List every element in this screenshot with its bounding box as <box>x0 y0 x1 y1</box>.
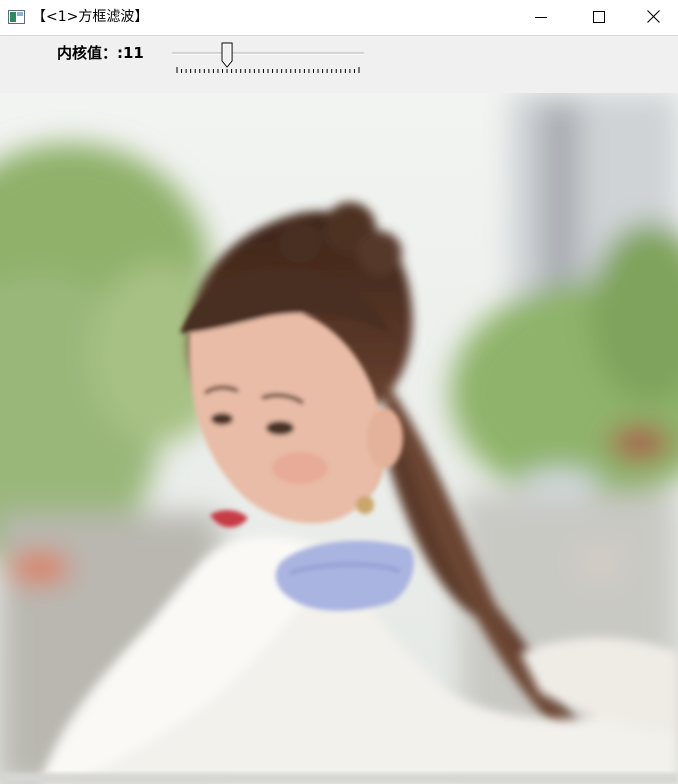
slider-ticks <box>176 67 360 73</box>
image-canvas <box>0 93 678 784</box>
blurred-photo <box>0 93 678 784</box>
app-icon <box>8 9 25 24</box>
window-title: 【<1>方框滤波】 <box>32 9 149 25</box>
kernel-size-slider[interactable] <box>170 40 366 76</box>
trackbar-panel: 内核值：:11 <box>0 35 678 94</box>
close-button[interactable] <box>628 0 678 33</box>
minimize-icon <box>535 16 547 18</box>
minimize-button[interactable] <box>512 0 570 33</box>
close-icon <box>646 10 660 23</box>
trackbar-label: 内核值：:11 <box>57 44 144 62</box>
title-bar[interactable]: 【<1>方框滤波】 <box>0 0 678 33</box>
maximize-button[interactable] <box>570 0 628 33</box>
maximize-icon <box>593 10 605 23</box>
slider-thumb[interactable] <box>221 42 233 68</box>
